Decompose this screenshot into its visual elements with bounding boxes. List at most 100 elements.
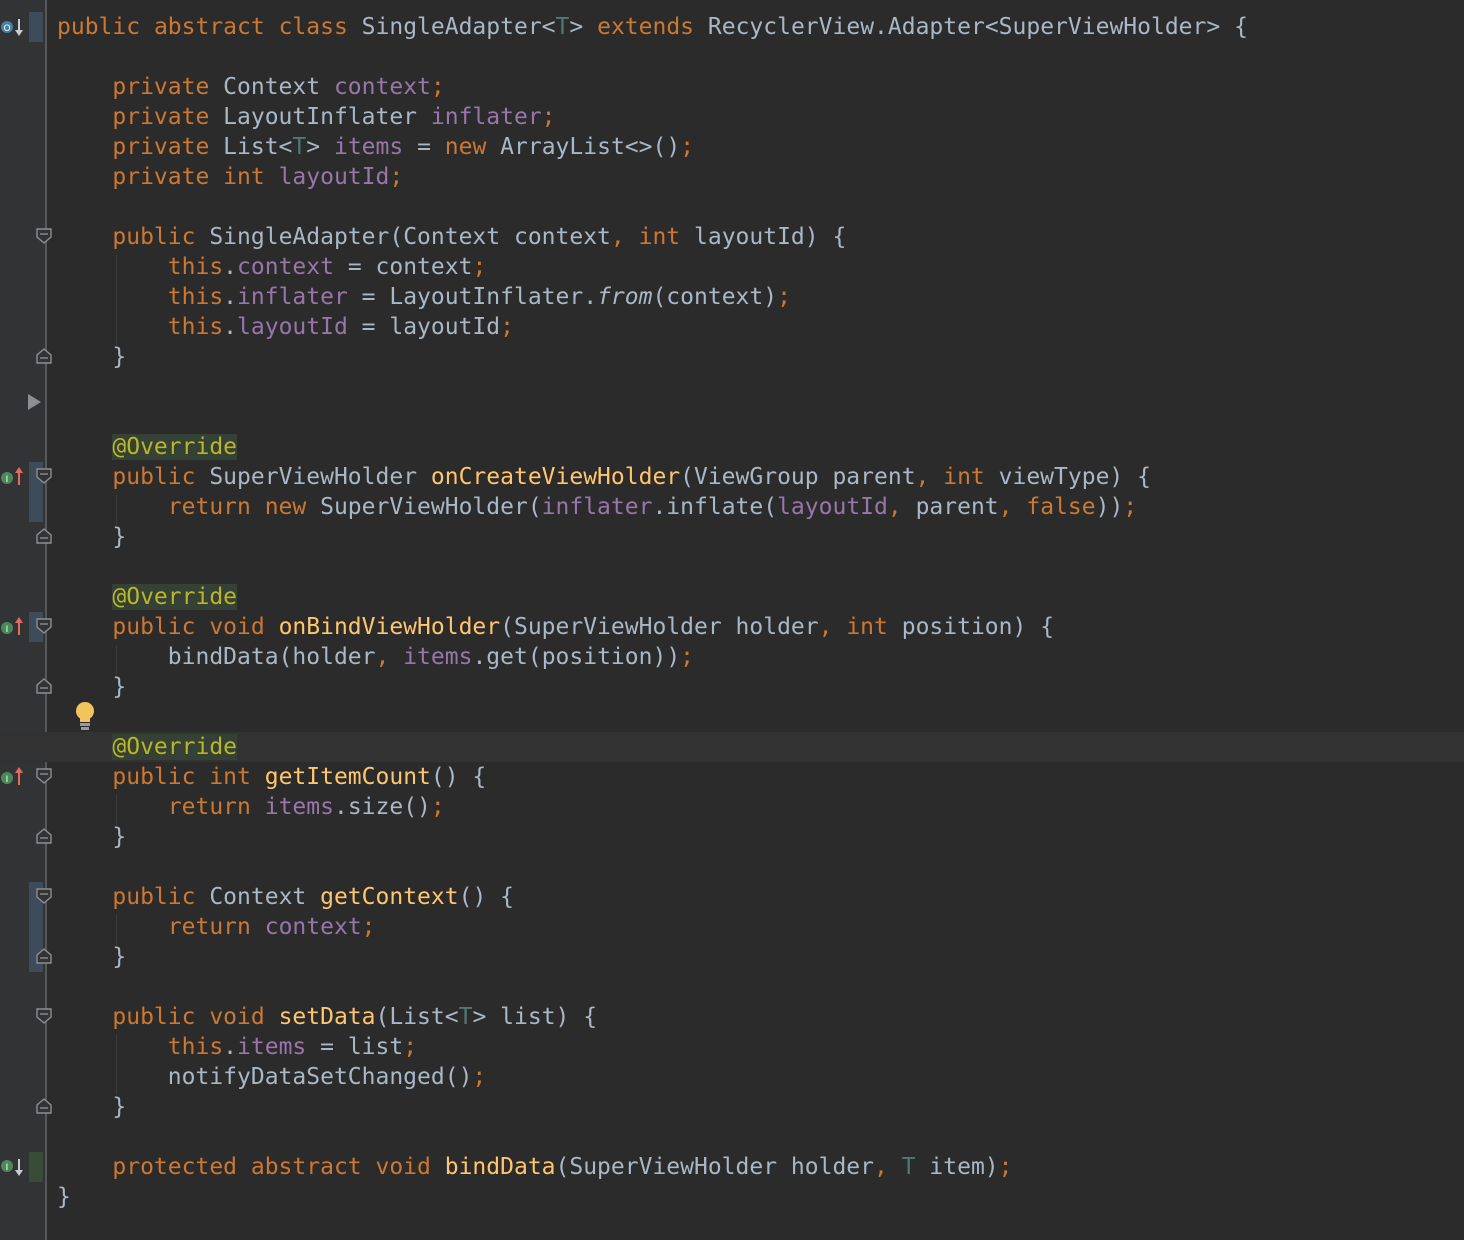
code-token: inflater — [430, 104, 542, 130]
collapsed-region-arrow-icon[interactable] — [28, 394, 41, 410]
code-token: > list) { — [472, 1004, 598, 1030]
code-line[interactable]: @Override — [0, 732, 1464, 762]
fold-start-icon[interactable] — [36, 888, 52, 904]
code-line[interactable]: } — [0, 342, 1464, 372]
code-line[interactable]: public void onBindViewHolder(SuperViewHo… — [0, 612, 1464, 642]
code-token: , — [874, 1154, 902, 1180]
code-line-text: this.items = list; — [57, 1032, 417, 1062]
code-token: return — [167, 914, 265, 940]
code-line-text: } — [57, 1182, 71, 1212]
code-line[interactable]: bindData(holder, items.get(position)); — [0, 642, 1464, 672]
code-token: notifyDataSetChanged() — [57, 1064, 473, 1090]
code-line[interactable]: } — [0, 1092, 1464, 1122]
code-token: class — [278, 14, 362, 40]
code-token: this — [167, 314, 224, 340]
code-line[interactable]: } — [0, 942, 1464, 972]
code-line-text: private LayoutInflater inflater; — [57, 102, 556, 132]
fold-end-icon[interactable] — [36, 948, 52, 964]
code-token: inflater — [237, 284, 362, 310]
code-token: ; — [541, 104, 556, 130]
fold-start-icon[interactable] — [36, 468, 52, 484]
code-line[interactable]: } — [0, 822, 1464, 852]
code-token: . — [223, 314, 238, 340]
code-line-text: } — [57, 942, 126, 972]
implemented-down-arrow-icon[interactable]: O — [0, 16, 28, 38]
code-token: ; — [472, 254, 487, 280]
code-token: public void — [112, 1004, 279, 1030]
code-token: . — [223, 254, 238, 280]
code-line-text: public abstract class SingleAdapter<T> e… — [57, 12, 1248, 42]
code-line[interactable]: private Context context; — [0, 72, 1464, 102]
code-line[interactable]: public SingleAdapter(Context context, in… — [0, 222, 1464, 252]
code-text-area[interactable]: public abstract class SingleAdapter<T> e… — [0, 0, 1464, 1240]
code-line-text: } — [57, 822, 126, 852]
code-token: SingleAdapter(Context context — [209, 224, 611, 250]
code-token: items — [403, 644, 473, 670]
svg-text:I: I — [6, 625, 9, 635]
code-line[interactable]: } — [0, 1182, 1464, 1212]
code-token: abstract — [153, 14, 279, 40]
code-line[interactable]: return new SuperViewHolder(inflater.infl… — [0, 492, 1464, 522]
code-line-text: private Context context; — [57, 72, 444, 102]
code-line[interactable]: } — [0, 522, 1464, 552]
svg-text:I: I — [6, 1163, 9, 1173]
code-line[interactable]: @Override — [0, 432, 1464, 462]
fold-end-icon[interactable] — [36, 528, 52, 544]
code-token: this — [167, 1034, 224, 1060]
code-token: SingleAdapter< — [361, 14, 556, 40]
code-token: = LayoutInflater. — [361, 284, 598, 310]
code-line[interactable]: this.context = context; — [0, 252, 1464, 282]
implements-up-arrow-icon[interactable]: I — [0, 766, 28, 788]
code-token: private — [112, 104, 224, 130]
code-line[interactable]: @Override — [0, 582, 1464, 612]
fold-start-icon[interactable] — [36, 618, 52, 634]
code-line[interactable]: private int layoutId; — [0, 162, 1464, 192]
code-token: (context) — [652, 284, 778, 310]
code-line[interactable]: private List<T> items = new ArrayList<>(… — [0, 132, 1464, 162]
implements-up-arrow-icon[interactable]: I — [0, 616, 28, 638]
code-line[interactable]: this.inflater = LayoutInflater.from(cont… — [0, 282, 1464, 312]
code-line[interactable]: this.layoutId = layoutId; — [0, 312, 1464, 342]
code-line[interactable]: return items.size(); — [0, 792, 1464, 822]
code-line[interactable]: public SuperViewHolder onCreateViewHolde… — [0, 462, 1464, 492]
code-line[interactable]: notifyDataSetChanged(); — [0, 1062, 1464, 1092]
code-token: () { — [458, 884, 514, 910]
code-token: position) { — [901, 614, 1055, 640]
code-line[interactable]: return context; — [0, 912, 1464, 942]
code-token: ; — [389, 164, 404, 190]
fold-end-icon[interactable] — [36, 348, 52, 364]
code-line[interactable]: public abstract class SingleAdapter<T> e… — [0, 12, 1464, 42]
fold-end-icon[interactable] — [36, 678, 52, 694]
code-line[interactable]: } — [0, 672, 1464, 702]
implements-up-arrow-icon[interactable]: I — [0, 466, 28, 488]
code-token: Context — [223, 74, 334, 100]
fold-start-icon[interactable] — [36, 768, 52, 784]
fold-start-icon[interactable] — [36, 1008, 52, 1024]
code-line-text: } — [57, 342, 126, 372]
code-line-text: } — [57, 522, 126, 552]
code-line[interactable]: this.items = list; — [0, 1032, 1464, 1062]
code-line[interactable]: private LayoutInflater inflater; — [0, 102, 1464, 132]
implemented-down-arrow-icon[interactable]: I — [0, 1156, 28, 1178]
code-token: , — [375, 644, 404, 670]
code-line-text: return context; — [57, 912, 376, 942]
code-line[interactable]: public void setData(List<T> list) { — [0, 1002, 1464, 1032]
lightbulb-icon[interactable] — [72, 700, 98, 732]
fold-start-icon[interactable] — [36, 228, 52, 244]
code-token: item) — [929, 1154, 999, 1180]
fold-end-icon[interactable] — [36, 828, 52, 844]
code-token: (ViewGroup parent — [680, 464, 916, 490]
code-token: onBindViewHolder — [278, 614, 501, 640]
code-token: items — [264, 794, 334, 820]
fold-end-icon[interactable] — [36, 1098, 52, 1114]
code-line[interactable]: public Context getContext() { — [0, 882, 1464, 912]
code-editor[interactable]: public abstract class SingleAdapter<T> e… — [0, 0, 1464, 1240]
code-line[interactable]: protected abstract void bindData(SuperVi… — [0, 1152, 1464, 1182]
code-line[interactable]: public int getItemCount() { — [0, 762, 1464, 792]
code-token: protected abstract void — [112, 1154, 445, 1180]
